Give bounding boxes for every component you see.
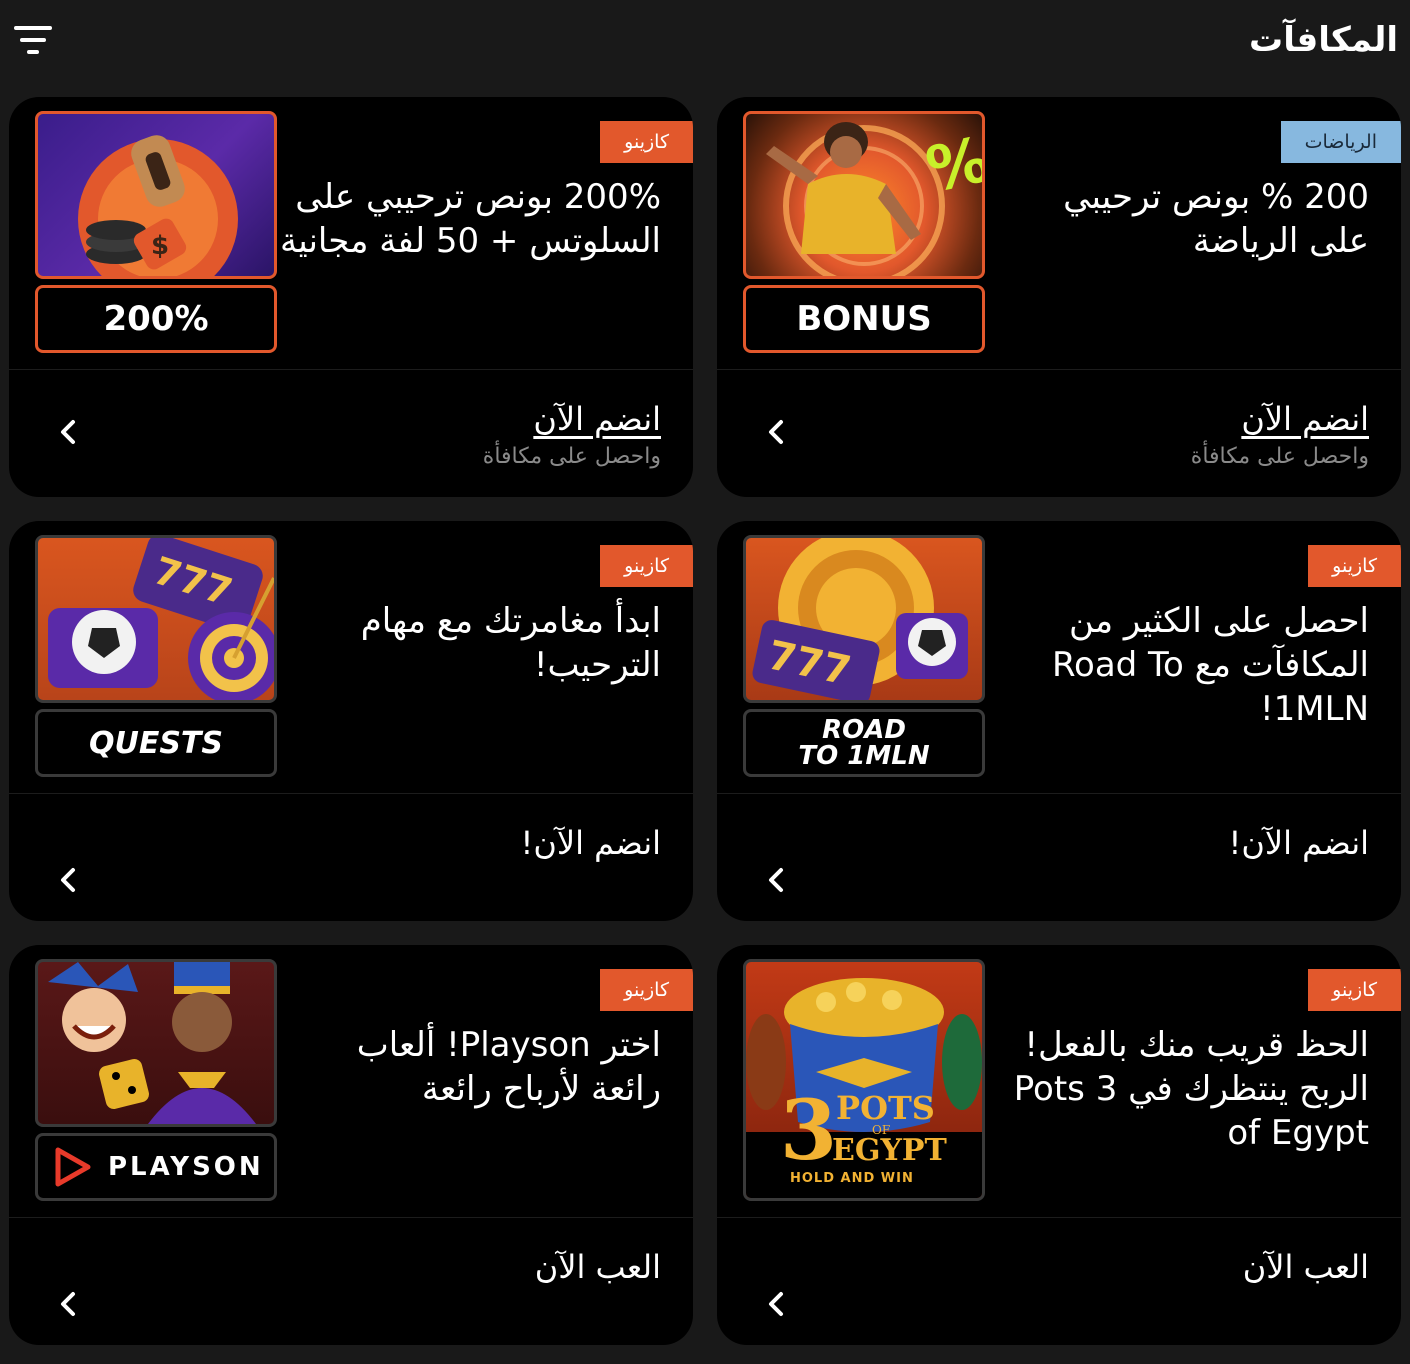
- join-now-link[interactable]: انضم الآن: [483, 400, 661, 438]
- percent-coins-illustration: $: [78, 135, 238, 276]
- chevron-left-icon[interactable]: [761, 414, 791, 450]
- page-header: المكافآت: [0, 0, 1410, 90]
- play-now-link[interactable]: العب الآن: [535, 1248, 661, 1286]
- playson-logo-text: PLAYSON: [108, 1152, 264, 1182]
- chevron-left-icon[interactable]: [53, 862, 83, 898]
- promo-action-row[interactable]: العب الآن: [9, 1218, 693, 1345]
- category-badge: كازينو: [600, 969, 693, 1011]
- svg-text:%: %: [920, 122, 982, 206]
- promo-card-road-to-1mln: كازينو احصل على الكثير من المكافآت مع Ro…: [717, 521, 1401, 921]
- promo-card-sports-bonus: الرياضات 200 % بونص ترحيبي على الرياضة %…: [717, 97, 1401, 497]
- thumbnail-art: 3 POTS OF EGYPT HOLD AND WIN: [743, 959, 985, 1201]
- category-badge: كازينو: [600, 121, 693, 163]
- promo-title: احصل على الكثير من المكافآت مع Road To 1…: [1051, 601, 1369, 729]
- promo-title: اختر Playson! ألعاب رائعة لأرباح رائعة: [356, 1025, 661, 1109]
- thumbnail-art: $: [35, 111, 277, 279]
- promo-plate: BONUS: [743, 285, 985, 353]
- promo-action-row[interactable]: انضم الآن واحصل على مكافأة: [717, 370, 1401, 497]
- logo-hold-and-win: HOLD AND WIN: [790, 1171, 914, 1186]
- promo-action-row[interactable]: العب الآن: [717, 1218, 1401, 1345]
- logo-word-egypt: EGYPT: [832, 1133, 947, 1168]
- promo-thumbnail[interactable]: % BONUS: [743, 111, 985, 353]
- chevron-left-icon[interactable]: [761, 862, 791, 898]
- chevron-left-icon[interactable]: [53, 1286, 83, 1322]
- playson-logo-icon: [55, 1147, 91, 1187]
- cta-subtitle: واحصل على مكافأة: [482, 444, 661, 469]
- promo-action-row[interactable]: انضم الآن واحصل على مكافأة: [9, 370, 693, 497]
- quests-target-illustration: 777: [48, 538, 274, 700]
- thumbnail-art: 777: [743, 535, 985, 703]
- plate-line-1: ROAD: [822, 715, 906, 745]
- promo-plate: PLAYSON: [35, 1133, 277, 1201]
- play-now-link[interactable]: العب الآن: [1243, 1248, 1369, 1286]
- join-now-link[interactable]: انضم الآن!: [521, 824, 661, 862]
- promo-card-slots-bonus: كازينو 200% بونص ترحيبي على السلوتس + 50…: [9, 97, 693, 497]
- chevron-left-icon[interactable]: [761, 1286, 791, 1322]
- category-badge: كازينو: [600, 545, 693, 587]
- promo-card-playson: كازينو اختر Playson! ألعاب رائعة لأرباح …: [9, 945, 693, 1345]
- promo-plate: 200%: [35, 285, 277, 353]
- thumbnail-art: %: [743, 111, 985, 279]
- promo-title: 200% بونص ترحيبي على السلوتس + 50 لفة مج…: [279, 177, 661, 261]
- filter-icon: [14, 26, 52, 54]
- chevron-left-icon[interactable]: [53, 414, 83, 450]
- join-now-link[interactable]: انضم الآن: [1191, 400, 1369, 438]
- promo-title: 200 % بونص ترحيبي على الرياضة: [1063, 177, 1369, 261]
- promo-thumbnail[interactable]: PLAYSON: [35, 959, 277, 1201]
- filter-button[interactable]: [14, 24, 54, 58]
- plate-line-2: TO 1MLN: [798, 741, 930, 771]
- promo-card-quests: كازينو ابدأ مغامرتك مع مهام الترحيب! 777…: [9, 521, 693, 921]
- sun-slot-illustration: 777: [752, 538, 968, 700]
- promo-thumbnail[interactable]: $ 200%: [35, 111, 277, 353]
- promo-action-row[interactable]: انضم الآن!: [717, 794, 1401, 921]
- category-badge: الرياضات: [1280, 121, 1401, 163]
- promo-card-3-pots-of-egypt: كازينو الحظ قريب منك بالفعل! الربح ينتظر…: [717, 945, 1401, 1345]
- category-badge: كازينو: [1308, 969, 1401, 1011]
- promo-plate: ROAD TO 1MLN: [743, 709, 985, 777]
- promo-plate: QUESTS: [35, 709, 277, 777]
- category-badge: كازينو: [1308, 545, 1401, 587]
- soccer-player-illustration: %: [766, 122, 982, 276]
- thumbnail-art: 777: [35, 535, 277, 703]
- promo-thumbnail[interactable]: 3 POTS OF EGYPT HOLD AND WIN: [743, 959, 985, 1201]
- page-title: المكافآت: [1249, 20, 1398, 60]
- promo-thumbnail[interactable]: 777 QUESTS: [35, 535, 277, 777]
- svg-text:$: $: [151, 231, 169, 261]
- cta-subtitle: واحصل على مكافأة: [1190, 444, 1369, 469]
- promo-action-row[interactable]: انضم الآن!: [9, 794, 693, 921]
- promo-title: الحظ قريب منك بالفعل! الربح ينتظرك في 3 …: [1013, 1025, 1369, 1153]
- logo-number: 3: [780, 1083, 838, 1179]
- join-now-link[interactable]: انضم الآن!: [1229, 824, 1369, 862]
- promo-thumbnail[interactable]: 777 ROAD TO 1MLN: [743, 535, 985, 777]
- promo-title: ابدأ مغامرتك مع مهام الترحيب!: [360, 601, 661, 685]
- game-logo: 3 POTS OF EGYPT HOLD AND WIN: [774, 1084, 974, 1194]
- jester-cleopatra-illustration: [48, 962, 256, 1124]
- logo-word-pots: POTS: [836, 1089, 935, 1127]
- thumbnail-art: [35, 959, 277, 1127]
